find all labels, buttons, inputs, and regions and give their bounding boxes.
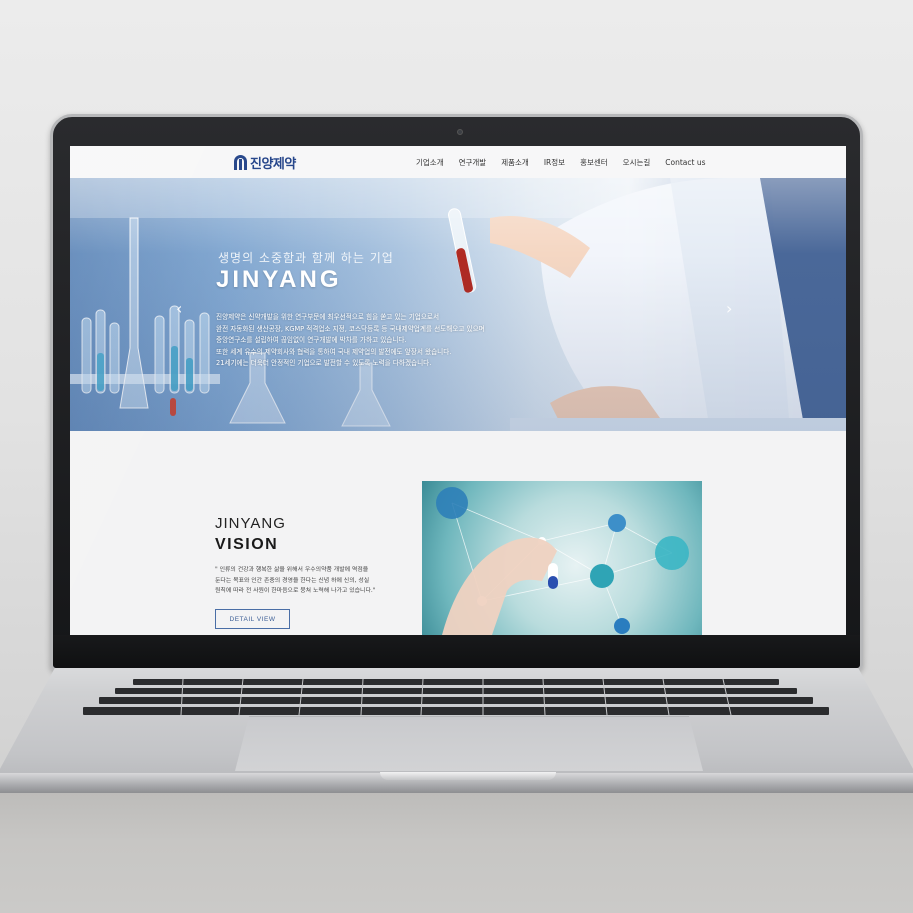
vision-description-line: 둔다는 목표와 인간 존중의 경영을 한다는 신념 하에 신의, 성실 <box>215 577 370 584</box>
nav-item-products[interactable]: 제품소개 <box>501 157 529 168</box>
trackpad <box>235 716 703 771</box>
lid-opening-notch <box>380 772 556 780</box>
webcam <box>457 129 463 135</box>
vision-kicker: JINYANG <box>215 515 286 532</box>
hero-description: 진양제약은 신약개발을 위한 연구부문에 최우선적으로 힘을 쏟고 있는 기업으… <box>216 312 516 370</box>
nav-item-company[interactable]: 기업소개 <box>416 157 444 168</box>
laptop-screen: 진양제약 기업소개 연구개발 제품소개 IR정보 홍보센터 오시는길 Conta… <box>70 146 846 635</box>
vision-title: VISION <box>215 536 279 553</box>
nav-item-contact[interactable]: Contact us <box>665 158 705 167</box>
desk-surface <box>0 793 913 913</box>
hero-subtitle: 생명의 소중함과 함께 하는 기업 <box>218 251 394 265</box>
vision-description-line: " 인류의 건강과 행복한 삶을 위해서 우수의약품 개발에 역점을 <box>215 567 369 573</box>
nav-item-research[interactable]: 연구개발 <box>459 157 487 168</box>
hero-description-line: 또한 세계 유수의 제약회사와 협력을 통하여 국내 제약업의 발전에도 앞장서… <box>216 347 452 356</box>
vision-description: " 인류의 건강과 행복한 삶을 위해서 우수의약품 개발에 역점을 둔다는 목… <box>215 565 405 597</box>
laptop-mockup-scene: 진양제약 기업소개 연구개발 제품소개 IR정보 홍보센터 오시는길 Conta… <box>0 0 913 913</box>
logo-mark-icon <box>234 154 247 170</box>
screen-bottom-bezel <box>53 635 860 668</box>
site-header: 진양제약 기업소개 연구개발 제품소개 IR정보 홍보센터 오시는길 Conta… <box>70 146 846 178</box>
nav-item-ir[interactable]: IR정보 <box>544 157 565 168</box>
hero-description-line: 21세기에는 더욱더 안정적인 기업으로 발전할 수 있도록 노력을 다하겠습니… <box>216 359 432 367</box>
keyboard <box>83 678 829 716</box>
nav-item-pr-center[interactable]: 홍보센터 <box>580 157 608 168</box>
slider-next-icon[interactable]: › <box>726 301 742 317</box>
hero-description-line: 진양제약은 신약개발을 위한 연구부문에 최우선적으로 힘을 쏟고 있는 기업으… <box>216 313 440 321</box>
hero-description-line: 중앙연구소를 설립하여 끊임없이 연구개발에 박차를 가하고 있습니다. <box>216 336 407 344</box>
main-nav: 기업소개 연구개발 제품소개 IR정보 홍보센터 오시는길 Contact us <box>416 146 721 178</box>
slider-prev-icon[interactable]: ‹ <box>176 301 192 317</box>
hero-banner: 생명의 소중함과 함께 하는 기업 JINYANG 진양제약은 신약개발을 위한… <box>70 178 846 431</box>
site-logo[interactable]: 진양제약 <box>234 152 296 172</box>
hero-description-line: 완전 자동화된 생산공장, KGMP 적격업소 지정, 코스닥등록 등 국내제약… <box>216 324 485 333</box>
hero-title: JINYANG <box>216 266 342 293</box>
vision-section: JINYANG VISION " 인류의 건강과 행복한 삶을 위해서 우수의약… <box>70 431 846 635</box>
logo-text: 진양제약 <box>250 156 296 172</box>
detail-view-button[interactable]: DETAIL VIEW <box>215 609 290 629</box>
nav-item-directions[interactable]: 오시는길 <box>623 157 651 168</box>
vision-molecule-image <box>422 481 702 635</box>
vision-description-line: 원칙에 따라 전 사원이 한마음으로 뭉쳐 노력해 나가고 있습니다." <box>215 588 376 594</box>
molecule-network-illustration <box>436 487 689 635</box>
